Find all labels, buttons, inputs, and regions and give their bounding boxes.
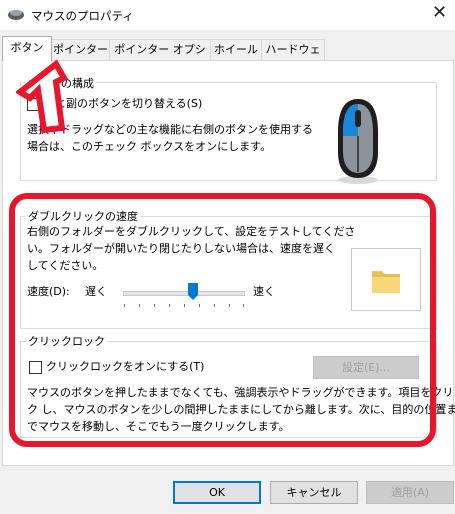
tab-hardware[interactable]: ハードウェア bbox=[261, 39, 325, 76]
tab-buttons[interactable]: ボタン bbox=[2, 36, 52, 61]
button-config-desc-2: 場合は、このチェック ボックスをオンにします。 bbox=[27, 140, 272, 153]
button-config-desc-1: 選択やドラッグなどの主な機能に右側のボタンを使用する bbox=[27, 123, 313, 136]
highlight-box bbox=[9, 193, 436, 447]
mouse-app-icon bbox=[8, 10, 24, 20]
close-button[interactable]: ✕ bbox=[432, 3, 447, 23]
cancel-button[interactable]: キャンセル bbox=[270, 481, 358, 504]
window-title: マウスのプロパティ bbox=[31, 9, 134, 23]
tab-pointer-options[interactable]: ポインター オプション bbox=[109, 39, 211, 76]
up-arrow-annotation bbox=[16, 59, 68, 134]
tab-wheel[interactable]: ホイール bbox=[210, 39, 262, 60]
mouse-illustration-icon bbox=[338, 99, 378, 184]
apply-button[interactable]: 適用(A) bbox=[366, 481, 454, 504]
ok-button[interactable]: OK bbox=[173, 481, 261, 504]
title-bar: マウスのプロパティ ✕ bbox=[0, 0, 455, 30]
tab-strip: ボタン ポインター ポインター オプション ホイール ハードウェア bbox=[0, 36, 455, 76]
